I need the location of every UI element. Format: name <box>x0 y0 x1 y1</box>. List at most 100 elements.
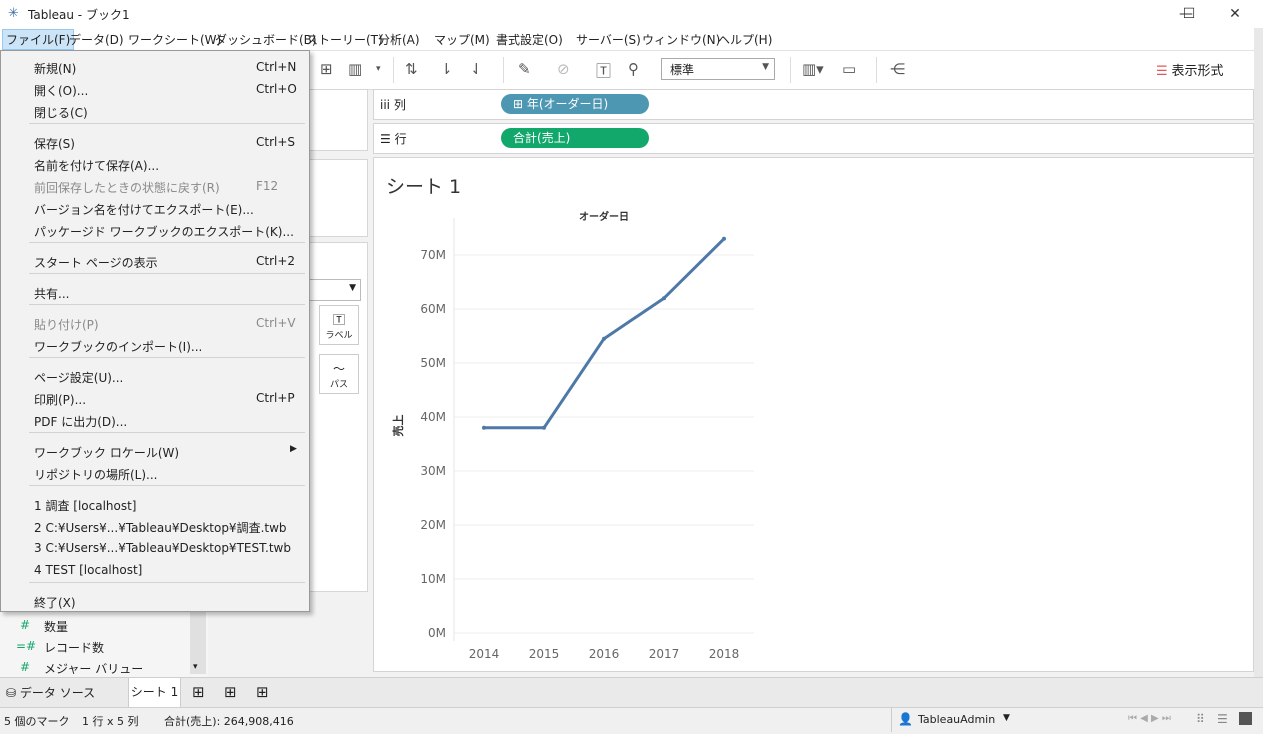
chart-title: オーダー日 <box>579 210 629 223</box>
file-menu-item-page-setup[interactable]: ページ設定(U)... <box>2 366 307 386</box>
file-menu-item-revert[interactable]: 前回保存したときの状態に戻す(R) F12 <box>2 176 307 196</box>
x-tick-label: 2015 <box>529 647 560 661</box>
file-menu-item-label: ワークブック ロケール(W) <box>34 446 180 460</box>
file-menu-item-print[interactable]: 印刷(P)... Ctrl+P <box>2 388 307 408</box>
close-button[interactable]: ✕ <box>1212 0 1258 28</box>
file-menu-item-share[interactable]: 共有... <box>2 282 307 302</box>
measure-item[interactable]: レコード数 <box>44 639 104 656</box>
chevron-down-icon: ▼ <box>349 283 356 293</box>
x-tick-label: 2017 <box>649 647 680 661</box>
rows-shelf[interactable]: ☰ 行 合計(売上) <box>373 123 1254 154</box>
list-view-icon[interactable]: ☰ <box>1217 712 1228 726</box>
new-story-icon[interactable]: ⊞ <box>256 683 269 701</box>
columns-shelf[interactable]: iii 列 ⊞ 年(オーダー日) <box>373 89 1254 120</box>
filmstrip-view-icon[interactable] <box>1239 712 1252 725</box>
file-menu-item-export-as-version[interactable]: バージョン名を付けてエクスポート(E)... <box>2 198 307 218</box>
fit-select[interactable]: 標準 ▼ <box>661 58 775 80</box>
rows-pill[interactable]: 合計(売上) <box>501 128 649 148</box>
presentation-icon[interactable]: ▭ <box>842 60 856 78</box>
file-menu-item-label: 1 調査 [localhost] <box>34 499 137 513</box>
worksheet-view: シート 1 0M 10M 20M 30M 40M 50M 60M 70M 2014 2015 201… <box>373 157 1254 672</box>
file-menu-item-recent-3[interactable]: 3 C:¥Users¥...¥Tableau¥Desktop¥TEST.twb <box>2 538 307 558</box>
file-menu-item-show-start-page[interactable]: スタート ページの表示 Ctrl+2 <box>2 251 307 271</box>
share-icon[interactable]: ⋲ <box>890 60 905 78</box>
show-cards-icon[interactable]: ▥▾ <box>802 60 824 78</box>
user-menu[interactable]: 👤 TableauAdmin ▼ <box>891 708 1017 732</box>
show-me-button[interactable]: ☰ 表示形式 <box>1156 60 1224 79</box>
chevron-down-icon[interactable]: ▾ <box>376 64 381 74</box>
show-labels-icon[interactable]: 🅃 <box>596 60 611 81</box>
sort-descending-icon[interactable]: ⇃ <box>470 60 483 78</box>
window-scrollbar[interactable] <box>1254 28 1263 677</box>
file-menu-item-recent-2[interactable]: 2 C:¥Users¥...¥Tableau¥Desktop¥調査.twb <box>2 516 307 536</box>
menu-separator <box>29 304 305 305</box>
group-icon[interactable]: ⊘ <box>557 60 570 78</box>
new-sheet-icon[interactable]: ⊞ <box>320 60 333 78</box>
highlight-icon[interactable]: ✎ <box>518 60 531 78</box>
file-menu-item-label: バージョン名を付けてエクスポート(E)... <box>34 203 254 217</box>
measure-icon: # <box>20 618 31 632</box>
y-tick-label: 70M <box>420 248 446 262</box>
menu-separator <box>29 242 305 243</box>
clear-sheet-icon[interactable]: ▥ <box>348 60 362 78</box>
tableau-logo-icon: ✳ <box>8 6 19 21</box>
file-menu-item-shortcut: Ctrl+O <box>256 82 297 96</box>
file-menu-item-save-as[interactable]: 名前を付けて保存(A)... <box>2 154 307 174</box>
path-button[interactable]: 〜 パス <box>319 354 359 394</box>
file-menu-item-close[interactable]: 閉じる(C) <box>2 101 307 121</box>
x-tick-label: 2018 <box>709 647 740 661</box>
tab-sheet-1[interactable]: シート 1 <box>128 678 181 708</box>
measure-item[interactable]: 数量 <box>44 618 68 635</box>
chevron-down-icon[interactable]: ▾ <box>193 662 198 672</box>
file-menu-item-open[interactable]: 開く(O)... Ctrl+O <box>2 79 307 99</box>
grid-view-icon[interactable]: ⠿ <box>1196 712 1205 726</box>
swap-icon[interactable]: ⇅ <box>405 60 418 78</box>
measure-item[interactable]: メジャー バリュー <box>44 660 143 677</box>
menu-help[interactable]: ヘルプ(H) <box>716 31 774 48</box>
menu-window[interactable]: ウィンドウ(N) <box>640 31 722 48</box>
file-menu-item-exit[interactable]: 終了(X) <box>2 591 307 611</box>
file-menu-item-recent-1[interactable]: 1 調査 [localhost] <box>2 494 307 514</box>
pin-icon[interactable]: ⚲ <box>628 60 639 78</box>
label-button-text: ラベル <box>325 331 353 341</box>
file-menu-item-new[interactable]: 新規(N) Ctrl+N <box>2 57 307 77</box>
file-menu-item-workbook-locale[interactable]: ワークブック ロケール(W) ▶ <box>2 441 307 461</box>
maximize-button[interactable]: ☐ <box>1166 0 1212 28</box>
menu-analysis[interactable]: 分析(A) <box>376 31 422 48</box>
chart-series-line <box>484 237 726 430</box>
mark-type-select[interactable]: ▼ <box>307 279 361 301</box>
new-worksheet-icon[interactable]: ⊞ <box>192 683 205 701</box>
menu-data[interactable]: データ(D) <box>67 31 126 48</box>
file-menu-item-paste[interactable]: 貼り付け(P) Ctrl+V <box>2 313 307 333</box>
y-tick-label: 10M <box>420 572 446 586</box>
columns-pill[interactable]: ⊞ 年(オーダー日) <box>501 94 649 114</box>
file-menu-item-shortcut: Ctrl+2 <box>256 254 296 268</box>
y-tick-label: 40M <box>420 410 446 424</box>
menu-format[interactable]: 書式設定(O) <box>494 31 565 48</box>
file-menu-item-label: スタート ページの表示 <box>34 256 158 270</box>
file-menu-item-export-packaged-workbook[interactable]: パッケージド ワークブックのエクスポート(K)... <box>2 220 307 240</box>
sort-ascending-icon[interactable]: ⇂ <box>440 60 453 78</box>
menu-map[interactable]: マップ(M) <box>432 31 492 48</box>
label-button[interactable]: 🅃 ラベル <box>319 305 359 345</box>
file-menu-item-label: 4 TEST [localhost] <box>34 563 143 577</box>
file-menu-item-print-to-pdf[interactable]: PDF に出力(D)... <box>2 410 307 430</box>
menu-server[interactable]: サーバー(S) <box>574 31 643 48</box>
file-menu-item-save[interactable]: 保存(S) Ctrl+S <box>2 132 307 152</box>
file-menu-item-recent-4[interactable]: 4 TEST [localhost] <box>2 560 307 580</box>
menu-story[interactable]: ストーリー(T) <box>304 31 385 48</box>
file-menu-item-label: 終了(X) <box>34 596 76 610</box>
sheet-navigation-icon[interactable]: ⏮ ◀ ▶ ⏭ <box>1128 713 1171 724</box>
rows-icon: ☰ <box>380 132 391 146</box>
x-tick-label: 2016 <box>589 647 620 661</box>
menu-file[interactable]: ファイル(F) <box>2 29 75 50</box>
menu-worksheet[interactable]: ワークシート(W) <box>126 31 223 48</box>
file-menu-item-repository-location[interactable]: リポジトリの場所(L)... <box>2 463 307 483</box>
file-menu-item-import-workbook[interactable]: ワークブックのインポート(I)... <box>2 335 307 355</box>
file-menu-item-label: 閉じる(C) <box>34 106 88 120</box>
tab-data-source[interactable]: ⛁ データ ソース <box>6 684 95 701</box>
file-menu-item-label: 印刷(P)... <box>34 393 87 407</box>
new-dashboard-icon[interactable]: ⊞ <box>224 683 237 701</box>
menu-dashboard[interactable]: ダッシュボード(B) <box>213 31 319 48</box>
menu-separator <box>29 357 305 358</box>
